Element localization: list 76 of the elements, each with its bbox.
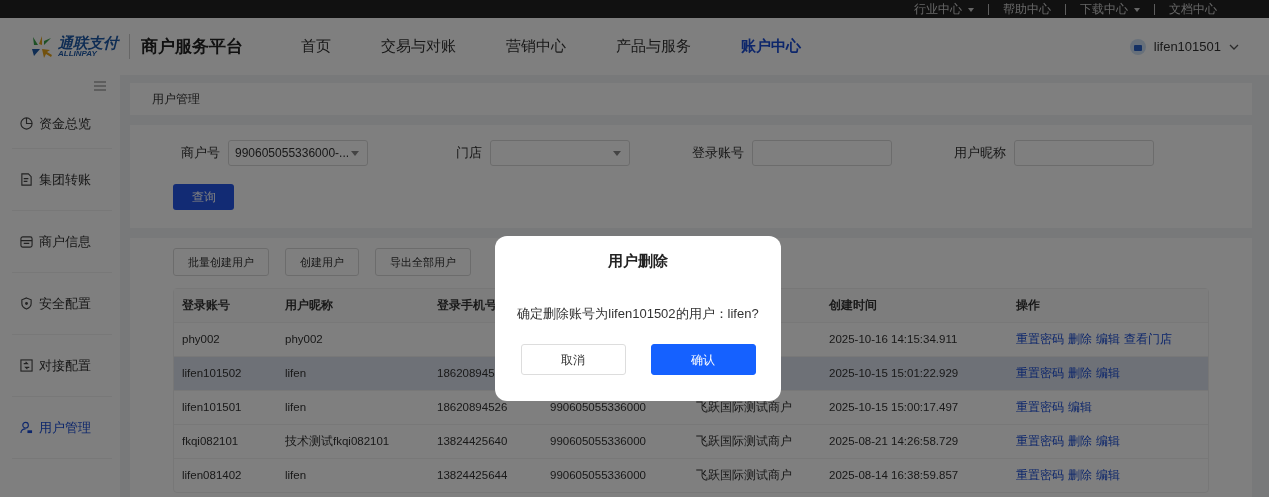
action-link[interactable]: 删除	[1068, 332, 1092, 345]
dialog-title: 用户删除	[608, 251, 668, 271]
breadcrumb-text: 用户管理	[152, 91, 200, 108]
top-link[interactable]: 文档中心	[1155, 0, 1231, 18]
top-link[interactable]: 行业中心	[900, 0, 988, 18]
select-field[interactable]: 990605055336000-...	[228, 140, 368, 166]
table-cell: lifen081402	[174, 458, 277, 492]
action-link[interactable]: 编辑	[1096, 332, 1120, 345]
sidebar-item[interactable]: 安全配置	[12, 273, 112, 335]
nav-item[interactable]: 首页	[301, 35, 331, 58]
action-link[interactable]: 删除	[1068, 434, 1092, 447]
top-link[interactable]: 帮助中心	[989, 0, 1065, 18]
chevron-down-icon[interactable]	[1229, 43, 1239, 50]
filter-label: 登录账号	[691, 144, 745, 163]
filter-label: 门店	[455, 144, 483, 163]
logo-text: 通联支付	[58, 35, 118, 50]
cancel-button[interactable]: 取消	[520, 344, 626, 375]
nav-item[interactable]: 账户中心	[741, 35, 801, 58]
logo-subtext: ALLINPAY	[58, 50, 97, 58]
confirm-button[interactable]: 确认	[650, 344, 756, 375]
table-cell: 990605055336000	[542, 424, 688, 458]
action-link[interactable]: 删除	[1068, 468, 1092, 481]
table-cell: 13824425644	[429, 458, 542, 492]
toolbar-button[interactable]: 创建用户	[285, 248, 359, 276]
table-cell: lifen101501	[174, 390, 277, 424]
table-cell: lifen	[277, 390, 429, 424]
sidebar-item[interactable]: 资金总览	[12, 99, 112, 149]
table-cell: 飞跃国际测试商户	[688, 458, 821, 492]
document-icon	[20, 173, 33, 186]
nav-item[interactable]: 交易与对账	[381, 35, 456, 58]
nav-item[interactable]: 营销中心	[506, 35, 566, 58]
shield-icon	[20, 297, 33, 310]
action-link[interactable]: 重置密码	[1016, 332, 1064, 345]
table-cell: lifen	[277, 458, 429, 492]
action-link[interactable]: 编辑	[1096, 468, 1120, 481]
toolbar-button[interactable]: 批量创建用户	[173, 248, 269, 276]
top-link[interactable]: 下载中心	[1066, 0, 1154, 18]
sidebar-item[interactable]: 用户管理	[12, 397, 112, 459]
table-cell: 2025-08-14 16:38:59.857	[821, 458, 1008, 492]
sidebar-item[interactable]: 商户信息	[12, 211, 112, 273]
sidebar-item[interactable]: 集团转账	[12, 149, 112, 211]
action-link[interactable]: 重置密码	[1016, 366, 1064, 379]
action-link[interactable]: 重置密码	[1016, 400, 1064, 413]
toolbar-button[interactable]: 导出全部用户	[375, 248, 471, 276]
action-link[interactable]: 编辑	[1096, 366, 1120, 379]
user-icon	[20, 421, 33, 434]
filter-label: 用户昵称	[953, 144, 1007, 163]
nav-item[interactable]: 产品与服务	[616, 35, 691, 58]
action-link[interactable]: 编辑	[1096, 434, 1120, 447]
action-link[interactable]: 查看门店	[1124, 332, 1172, 345]
sidebar-item[interactable]: 对接配置	[12, 335, 112, 397]
table-cell: 2025-10-15 15:00:17.497	[821, 390, 1008, 424]
store-icon	[20, 235, 33, 248]
table-cell: fkqi082101	[174, 424, 277, 458]
user-name[interactable]: lifen101501	[1153, 36, 1221, 57]
pie-chart-icon	[20, 117, 33, 130]
action-link[interactable]: 编辑	[1068, 400, 1092, 413]
table-cell: 2025-08-21 14:26:58.729	[821, 424, 1008, 458]
table-cell: lifen	[277, 356, 429, 390]
table-cell: 2025-10-15 15:01:22.929	[821, 356, 1008, 390]
avatar-icon	[1129, 38, 1146, 55]
platform-title: 商户服务平台	[129, 33, 243, 60]
table-cell: 990605055336000	[542, 458, 688, 492]
query-button[interactable]: 查询	[173, 184, 234, 210]
action-link[interactable]: 删除	[1068, 366, 1092, 379]
menu-icon[interactable]	[94, 81, 106, 91]
filter-label: 商户号	[180, 144, 221, 163]
pinwheel-logo-icon	[30, 34, 54, 59]
table-cell: 13824425640	[429, 424, 542, 458]
table-cell: lifen101502	[174, 356, 277, 390]
action-link[interactable]: 重置密码	[1016, 468, 1064, 481]
connect-icon	[20, 359, 33, 372]
table-cell: 飞跃国际测试商户	[688, 424, 821, 458]
action-link[interactable]: 重置密码	[1016, 434, 1064, 447]
table-cell: 技术测试fkqi082101	[277, 424, 429, 458]
select-field[interactable]	[490, 140, 630, 166]
